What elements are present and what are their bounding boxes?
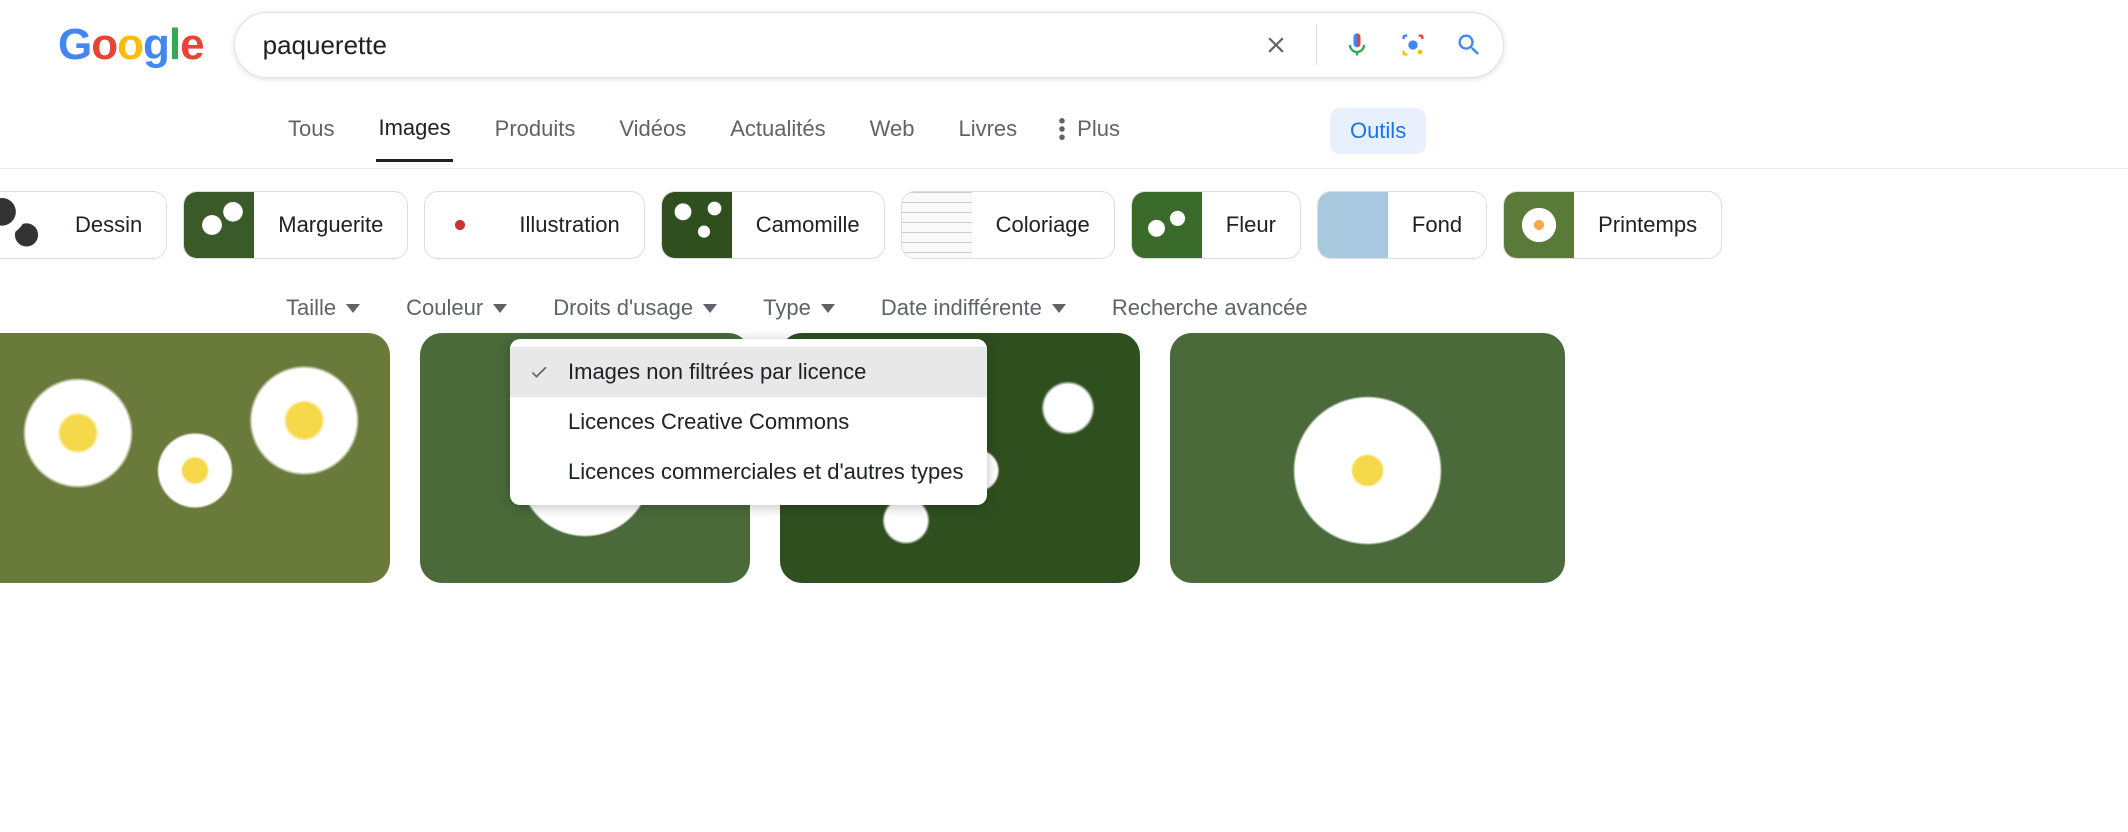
- chip-illustration[interactable]: Illustration: [424, 191, 644, 259]
- chevron-down-icon: [493, 304, 507, 313]
- filter-label: Droits d'usage: [553, 295, 693, 321]
- chip-label: Coloriage: [972, 212, 1114, 238]
- chip-thumb: [1504, 192, 1574, 258]
- header: Google: [0, 0, 2128, 78]
- chips-row: Dessin Marguerite Illustration Camomille…: [0, 169, 2128, 259]
- chip-thumb: [902, 192, 972, 258]
- chevron-down-icon: [821, 304, 835, 313]
- chip-marguerite[interactable]: Marguerite: [183, 191, 408, 259]
- chip-thumb: [184, 192, 254, 258]
- dropdown-item-label: Licences commerciales et d'autres types: [568, 459, 963, 485]
- chip-label: Dessin: [51, 212, 166, 238]
- chip-thumb: [425, 192, 495, 258]
- dropdown-item-label: Licences Creative Commons: [568, 409, 849, 435]
- chip-label: Fond: [1388, 212, 1486, 238]
- tools-button[interactable]: Outils: [1330, 108, 1426, 154]
- mic-icon[interactable]: [1341, 29, 1373, 61]
- tab-web[interactable]: Web: [868, 116, 917, 160]
- google-logo[interactable]: Google: [58, 20, 204, 70]
- chip-thumb: [0, 192, 51, 258]
- divider: [1316, 25, 1317, 65]
- search-bar: [234, 12, 1504, 78]
- dropdown-item-cc[interactable]: Licences Creative Commons: [510, 397, 987, 447]
- chip-thumb: [1318, 192, 1388, 258]
- filter-label: Type: [763, 295, 811, 321]
- filter-date[interactable]: Date indifférente: [881, 295, 1066, 321]
- filter-color[interactable]: Couleur: [406, 295, 507, 321]
- chip-camomille[interactable]: Camomille: [661, 191, 885, 259]
- filter-size[interactable]: Taille: [286, 295, 360, 321]
- search-input[interactable]: [263, 30, 1260, 61]
- chip-label: Printemps: [1574, 212, 1721, 238]
- tab-all[interactable]: Tous: [286, 116, 336, 160]
- search-bar-icons: [1260, 25, 1485, 65]
- advanced-search-link[interactable]: Recherche avancée: [1112, 295, 1308, 321]
- filter-label: Couleur: [406, 295, 483, 321]
- chip-label: Illustration: [495, 212, 643, 238]
- chip-label: Camomille: [732, 212, 884, 238]
- tab-videos[interactable]: Vidéos: [617, 116, 688, 160]
- filters-row: Taille Couleur Droits d'usage Type Date …: [0, 259, 2128, 331]
- chevron-down-icon: [1052, 304, 1066, 313]
- rights-dropdown: Images non filtrées par licence Licences…: [510, 339, 987, 505]
- dropdown-item-unfiltered[interactable]: Images non filtrées par licence: [510, 347, 987, 397]
- tab-products[interactable]: Produits: [493, 116, 578, 160]
- chip-fond[interactable]: Fond: [1317, 191, 1487, 259]
- tab-books[interactable]: Livres: [956, 116, 1019, 160]
- chip-label: Marguerite: [254, 212, 407, 238]
- lens-icon[interactable]: [1397, 29, 1429, 61]
- chip-dessin[interactable]: Dessin: [0, 191, 167, 259]
- search-icon[interactable]: [1453, 29, 1485, 61]
- tab-images[interactable]: Images: [376, 115, 452, 162]
- clear-icon[interactable]: [1260, 29, 1292, 61]
- chip-thumb: [662, 192, 732, 258]
- results-row: [0, 331, 2128, 583]
- chip-coloriage[interactable]: Coloriage: [901, 191, 1115, 259]
- tab-more[interactable]: Plus: [1059, 116, 1120, 160]
- filter-label: Taille: [286, 295, 336, 321]
- chip-thumb: [1132, 192, 1202, 258]
- chevron-down-icon: [346, 304, 360, 313]
- tabs-row: Tous Images Produits Vidéos Actualités W…: [0, 78, 2128, 169]
- filter-label: Date indifférente: [881, 295, 1042, 321]
- chip-label: Fleur: [1202, 212, 1300, 238]
- filter-type[interactable]: Type: [763, 295, 835, 321]
- more-dots-icon: [1059, 118, 1065, 140]
- filter-rights[interactable]: Droits d'usage: [553, 295, 717, 321]
- dropdown-item-label: Images non filtrées par licence: [568, 359, 866, 385]
- result-image[interactable]: [0, 333, 390, 583]
- chip-fleur[interactable]: Fleur: [1131, 191, 1301, 259]
- result-image[interactable]: [1170, 333, 1565, 583]
- chip-printemps[interactable]: Printemps: [1503, 191, 1722, 259]
- dropdown-item-commercial[interactable]: Licences commerciales et d'autres types: [510, 447, 987, 497]
- tab-more-label: Plus: [1077, 116, 1120, 142]
- check-icon: [528, 362, 550, 382]
- tab-news[interactable]: Actualités: [728, 116, 827, 160]
- chevron-down-icon: [703, 304, 717, 313]
